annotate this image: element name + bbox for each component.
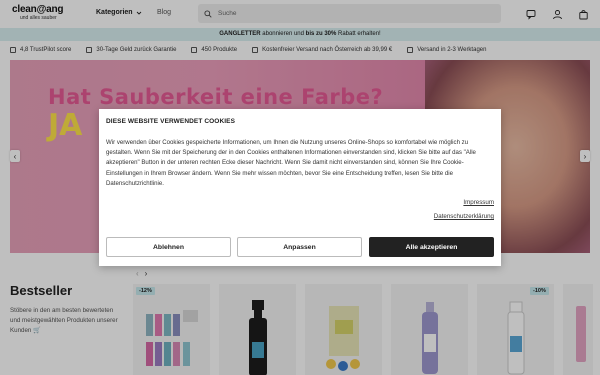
accept-all-button[interactable]: Alle akzeptieren: [369, 237, 494, 257]
impressum-link[interactable]: Impressum: [463, 199, 494, 206]
decline-button[interactable]: Ablehnen: [106, 237, 231, 257]
customize-button[interactable]: Anpassen: [237, 237, 362, 257]
cookie-dialog: DIESE WEBSITE VERWENDET COOKIES Wir verw…: [99, 109, 501, 266]
cookie-dialog-title: DIESE WEBSITE VERWENDET COOKIES: [106, 118, 236, 125]
datenschutz-link[interactable]: Datenschutzerklärung: [434, 213, 494, 220]
cookie-dialog-text: Wir verwenden über Cookies gespeicherte …: [106, 139, 476, 187]
